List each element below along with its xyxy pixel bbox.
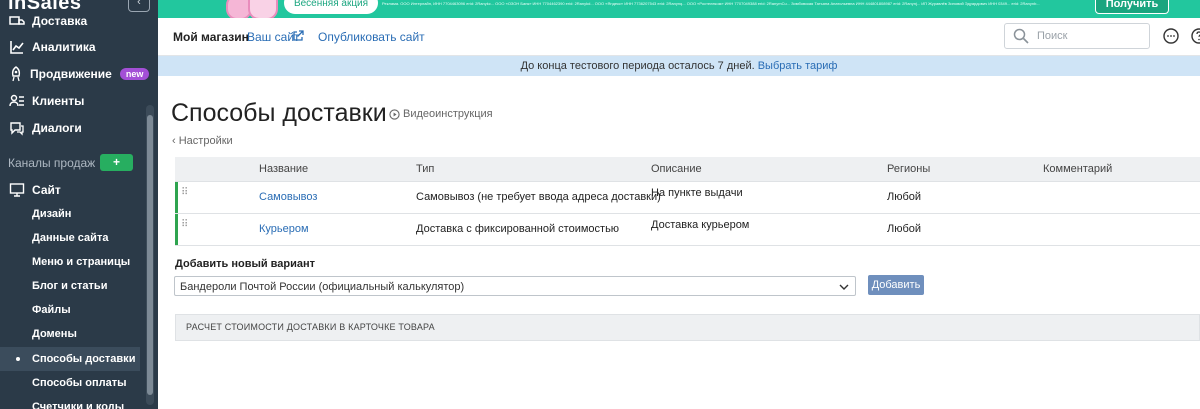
active-indicator xyxy=(175,182,178,213)
sidebar-item-label: Доставка xyxy=(32,13,88,28)
column-header-comment: Комментарий xyxy=(1043,163,1113,175)
sidebar-item-delivery[interactable]: Доставка xyxy=(0,7,145,34)
sidebar-sub-label: Способы доставки xyxy=(32,353,136,365)
new-badge: new xyxy=(119,67,150,80)
drag-handle-icon[interactable]: ⠿ xyxy=(181,220,189,234)
chevron-left-icon: ‹ xyxy=(172,135,179,147)
table-row[interactable]: ⠿ Курьером Доставка с фиксированной стои… xyxy=(175,214,1200,246)
sales-channels-title: Каналы продаж xyxy=(8,156,96,170)
trial-notice-text: До конца тестового периода осталось 7 дн… xyxy=(520,60,755,72)
promo-banner[interactable]: Весенняя акция Реклама. ООО Интерлайн, И… xyxy=(158,0,1200,18)
sidebar-sub-payment-methods[interactable]: Способы оплаты xyxy=(0,371,140,395)
publish-site-link[interactable]: Опубликовать сайт xyxy=(318,30,425,44)
sidebar-sub-delivery-methods[interactable]: Способы доставки xyxy=(0,347,140,371)
sidebar-sub-design[interactable]: Дизайн xyxy=(0,202,140,226)
sidebar-sub-site-data[interactable]: Данные сайта xyxy=(0,226,140,250)
sidebar-sub-domains[interactable]: Домены xyxy=(0,322,140,346)
sidebar-sub-files[interactable]: Файлы xyxy=(0,298,140,322)
help-icon[interactable] xyxy=(1190,27,1200,45)
messages-icon[interactable] xyxy=(1162,27,1180,45)
users-icon xyxy=(8,92,26,110)
rocket-icon xyxy=(8,65,24,83)
delivery-type: Доставка с фиксированной стоимостью xyxy=(416,223,620,235)
delivery-type: Самовывоз (не требует ввода адреса доста… xyxy=(416,191,661,203)
delivery-name-link[interactable]: Курьером xyxy=(259,223,309,235)
column-header-description: Описание xyxy=(651,163,702,175)
search-box[interactable] xyxy=(1004,23,1150,49)
sidebar-item-site[interactable]: Сайт xyxy=(0,176,145,203)
video-instruction-link[interactable]: Видеоинструкция xyxy=(389,108,493,120)
chevron-down-icon xyxy=(839,284,849,290)
banner-legal-text: Реклама. ООО Интерлайн, ИНН 7704463096 e… xyxy=(382,1,1040,6)
flower-decoration xyxy=(248,0,278,18)
sidebar-item-label: Сайт xyxy=(32,182,61,197)
video-instruction-label: Видеоинструкция xyxy=(403,108,493,120)
spring-promo-button[interactable]: Весенняя акция xyxy=(284,0,378,14)
trial-notice: До конца тестового периода осталось 7 дн… xyxy=(158,56,1200,76)
sidebar-item-dialogs[interactable]: Диалоги xyxy=(0,114,145,141)
sidebar-item-label: Клиенты xyxy=(32,93,85,108)
selected-variant: Бандероли Почтой России (официальный кал… xyxy=(180,281,465,293)
delivery-name-link[interactable]: Самовывоз xyxy=(259,191,317,203)
sidebar-item-analytics[interactable]: Аналитика xyxy=(0,33,145,60)
delivery-regions: Любой xyxy=(887,191,922,203)
delivery-description: На пункте выдачи xyxy=(651,187,743,199)
external-link-icon[interactable] xyxy=(292,30,304,42)
delivery-calc-panel[interactable]: РАСЧЕТ СТОИМОСТИ ДОСТАВКИ В КАРТОЧКЕ ТОВ… xyxy=(175,314,1200,341)
my-store-link[interactable]: Мой магазин xyxy=(173,30,249,44)
sidebar-scrollbar[interactable] xyxy=(146,105,154,405)
sidebar-sub-blog[interactable]: Блог и статьи xyxy=(0,274,140,298)
table-row[interactable]: ⠿ Самовывоз Самовывоз (не требует ввода … xyxy=(175,182,1200,214)
delivery-variant-select[interactable]: Бандероли Почтой России (официальный кал… xyxy=(174,276,856,296)
add-channel-button[interactable]: + xyxy=(100,154,133,171)
back-to-settings-link[interactable]: ‹ Настройки xyxy=(172,135,233,147)
column-header-name: Название xyxy=(259,163,309,175)
add-variant-label: Добавить новый вариант xyxy=(175,258,316,270)
column-header-type: Тип xyxy=(416,163,435,175)
chart-icon xyxy=(8,38,26,56)
column-header-regions: Регионы xyxy=(887,163,931,175)
sidebar-item-label: Диалоги xyxy=(32,120,82,135)
back-link-label: Настройки xyxy=(178,135,233,147)
sidebar-item-clients[interactable]: Клиенты xyxy=(0,87,145,114)
sidebar: inSales ‹ Доставка Аналитика Продвижение… xyxy=(0,0,158,409)
sidebar-scrollbar-thumb[interactable] xyxy=(147,115,153,395)
active-dot xyxy=(16,357,20,361)
sidebar-item-label: Аналитика xyxy=(32,39,96,54)
choose-plan-link[interactable]: Выбрать тариф xyxy=(758,60,838,72)
delivery-description: Доставка курьером xyxy=(651,219,750,231)
sidebar-sub-counters[interactable]: Счетчики и коды xyxy=(0,395,140,409)
top-bar: Мой магазин Ваш сайт Опубликовать сайт xyxy=(158,18,1200,56)
monitor-icon xyxy=(8,181,26,199)
search-input[interactable] xyxy=(1035,27,1144,45)
delivery-regions: Любой xyxy=(887,223,922,235)
add-variant-button[interactable]: Добавить xyxy=(868,275,924,295)
drag-handle-icon[interactable]: ⠿ xyxy=(181,188,189,202)
sidebar-item-promotion[interactable]: Продвижение new xyxy=(0,60,150,87)
truck-icon xyxy=(8,12,26,30)
page-title: Способы доставки xyxy=(171,99,387,127)
search-icon xyxy=(1013,28,1029,44)
sidebar-sub-menu-pages[interactable]: Меню и страницы xyxy=(0,250,140,274)
chat-icon xyxy=(8,119,26,137)
get-offer-button[interactable]: Получить xyxy=(1095,0,1169,14)
table-header: Название Тип Описание Регионы Комментари… xyxy=(175,157,1200,182)
play-icon xyxy=(389,108,400,120)
sidebar-item-label: Продвижение xyxy=(30,66,112,81)
active-indicator xyxy=(175,214,178,245)
